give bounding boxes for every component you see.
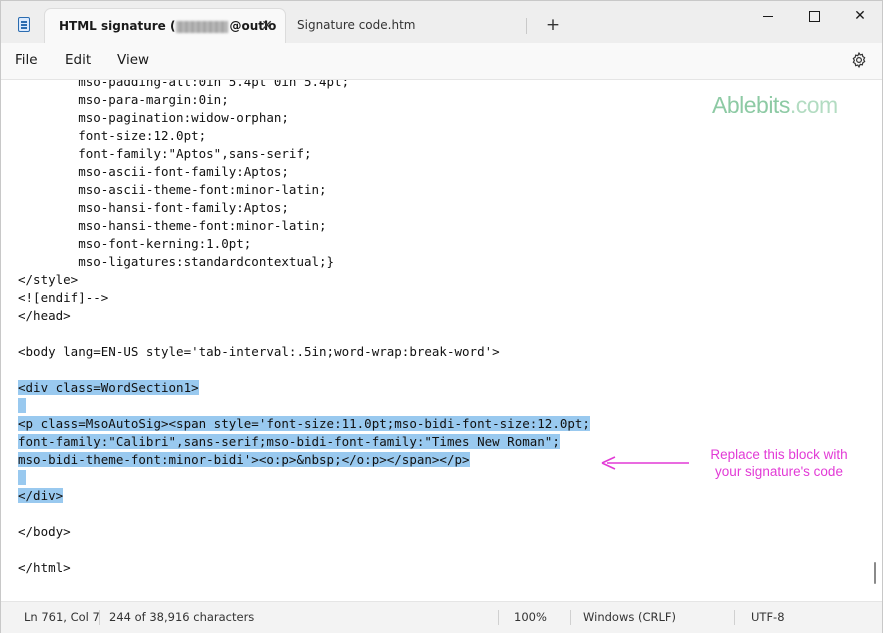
code-line: mso-ascii-font-family:Aptos;	[18, 163, 289, 181]
code-line	[18, 397, 26, 415]
line-text: mso-font-kerning:1.0pt;	[18, 236, 252, 251]
notepad-window: HTML signature (@outlo ✕ Signature code.…	[0, 0, 883, 633]
menu-edit[interactable]: Edit	[65, 43, 91, 79]
selected-text	[18, 470, 26, 485]
code-line: </style>	[18, 271, 78, 289]
redacted-email	[176, 20, 229, 33]
status-divider	[99, 610, 100, 625]
arrow-left-icon	[601, 456, 689, 470]
line-ending[interactable]: Windows (CRLF)	[583, 602, 676, 633]
zoom-level[interactable]: 100%	[514, 602, 547, 633]
code-line: </head>	[18, 307, 71, 325]
character-count: 244 of 38,916 characters	[109, 610, 255, 624]
code-line: <p class=MsoAutoSig><span style='font-si…	[18, 415, 590, 433]
minimize-icon	[763, 15, 773, 17]
code-line: mso-hansi-theme-font:minor-latin;	[18, 217, 327, 235]
tab-html-signature[interactable]: HTML signature (@outlo ✕	[44, 8, 286, 43]
code-line: </div>	[18, 487, 64, 505]
selected-text: font-family:"Calibri",sans-serif;mso-bid…	[18, 434, 560, 449]
menu-view[interactable]: View	[117, 43, 149, 79]
code-line: mso-bidi-theme-font:minor-bidi'><o:p>&nb…	[18, 451, 470, 469]
code-line: mso-pagination:widow-orphan;	[18, 109, 289, 127]
selected-text	[18, 398, 26, 413]
code-line: font-family:"Calibri",sans-serif;mso-bid…	[18, 433, 560, 451]
selected-text: </div>	[18, 488, 64, 503]
line-text: font-family:"Aptos",sans-serif;	[18, 146, 312, 161]
code-line: mso-padding-alt:0in 5.4pt 0in 5.4pt;	[18, 80, 349, 91]
callout-line-2: your signature's code	[715, 464, 843, 479]
encoding[interactable]: UTF-8	[751, 602, 785, 633]
line-text: </head>	[18, 308, 71, 323]
close-icon: ✕	[854, 8, 866, 24]
code-line: mso-hansi-font-family:Aptos;	[18, 199, 289, 217]
tab-close-icon[interactable]: ✕	[261, 9, 273, 44]
code-line: mso-font-kerning:1.0pt;	[18, 235, 251, 253]
status-bar: Ln 761, Col 7 244 of 38,916 characters 1…	[1, 601, 882, 633]
annotation-callout: Replace this block with your signature's…	[681, 446, 877, 480]
code-line: font-size:12.0pt;	[18, 127, 206, 145]
minimize-button[interactable]	[745, 1, 791, 33]
maximize-button[interactable]	[791, 1, 837, 33]
code-line	[18, 469, 26, 487]
line-text: mso-ligatures:standardcontextual;}	[18, 254, 335, 269]
tab-divider	[526, 18, 527, 34]
tab-signature-code[interactable]: Signature code.htm	[297, 8, 477, 43]
line-text: mso-hansi-font-family:Aptos;	[18, 200, 289, 215]
tab-label-prefix: HTML signature (	[59, 19, 176, 33]
line-text: mso-ascii-theme-font:minor-latin;	[18, 182, 327, 197]
gear-icon[interactable]	[850, 51, 868, 69]
selected-text: <div class=WordSection1>	[18, 380, 199, 395]
line-text: <![endif]-->	[18, 290, 109, 305]
code-line: mso-ligatures:standardcontextual;}	[18, 253, 334, 271]
code-line: </body>	[18, 523, 71, 541]
line-text: </body>	[18, 524, 71, 539]
tab-label: Signature code.htm	[297, 18, 416, 32]
code-line: </html>	[18, 559, 71, 577]
line-text: mso-padding-alt:0in 5.4pt 0in 5.4pt;	[18, 80, 350, 89]
code-line: font-family:"Aptos",sans-serif;	[18, 145, 312, 163]
watermark-brand: Ablebits	[712, 92, 790, 118]
status-divider	[498, 610, 499, 625]
cursor-position: Ln 761, Col 7	[24, 610, 100, 624]
code-line: <![endif]-->	[18, 289, 108, 307]
watermark-suffix: .com	[789, 92, 838, 118]
line-text: font-size:12.0pt;	[18, 128, 207, 143]
line-text: </style>	[18, 272, 79, 287]
line-text: mso-para-margin:0in;	[18, 92, 229, 107]
code-line: <div class=WordSection1>	[18, 379, 199, 397]
new-tab-button[interactable]: +	[543, 8, 563, 43]
line-text: mso-pagination:widow-orphan;	[18, 110, 289, 125]
line-text: mso-hansi-theme-font:minor-latin;	[18, 218, 327, 233]
status-divider	[570, 610, 571, 625]
maximize-icon	[808, 10, 820, 22]
code-line: mso-para-margin:0in;	[18, 91, 229, 109]
text-editor[interactable]: mso-padding-alt:0in 5.4pt 0in 5.4pt; mso…	[1, 80, 882, 601]
menu-bar: File Edit View	[1, 43, 882, 80]
line-text: <body lang=EN-US style='tab-interval:.5i…	[18, 344, 500, 359]
vertical-scrollbar[interactable]	[874, 562, 876, 584]
code-line: <body lang=EN-US style='tab-interval:.5i…	[18, 343, 500, 361]
close-button[interactable]: ✕	[837, 1, 883, 33]
title-bar: HTML signature (@outlo ✕ Signature code.…	[1, 1, 882, 43]
selected-text: mso-bidi-theme-font:minor-bidi'><o:p>&nb…	[18, 452, 470, 467]
callout-line-1: Replace this block with	[710, 447, 848, 462]
ablebits-watermark: Ablebits.com	[712, 92, 838, 119]
status-divider	[734, 610, 735, 625]
notepad-icon	[18, 17, 30, 32]
selected-text: <p class=MsoAutoSig><span style='font-si…	[18, 416, 590, 431]
line-text: </html>	[18, 560, 71, 575]
menu-file[interactable]: File	[15, 43, 38, 79]
line-text: mso-ascii-font-family:Aptos;	[18, 164, 289, 179]
code-line: mso-ascii-theme-font:minor-latin;	[18, 181, 327, 199]
